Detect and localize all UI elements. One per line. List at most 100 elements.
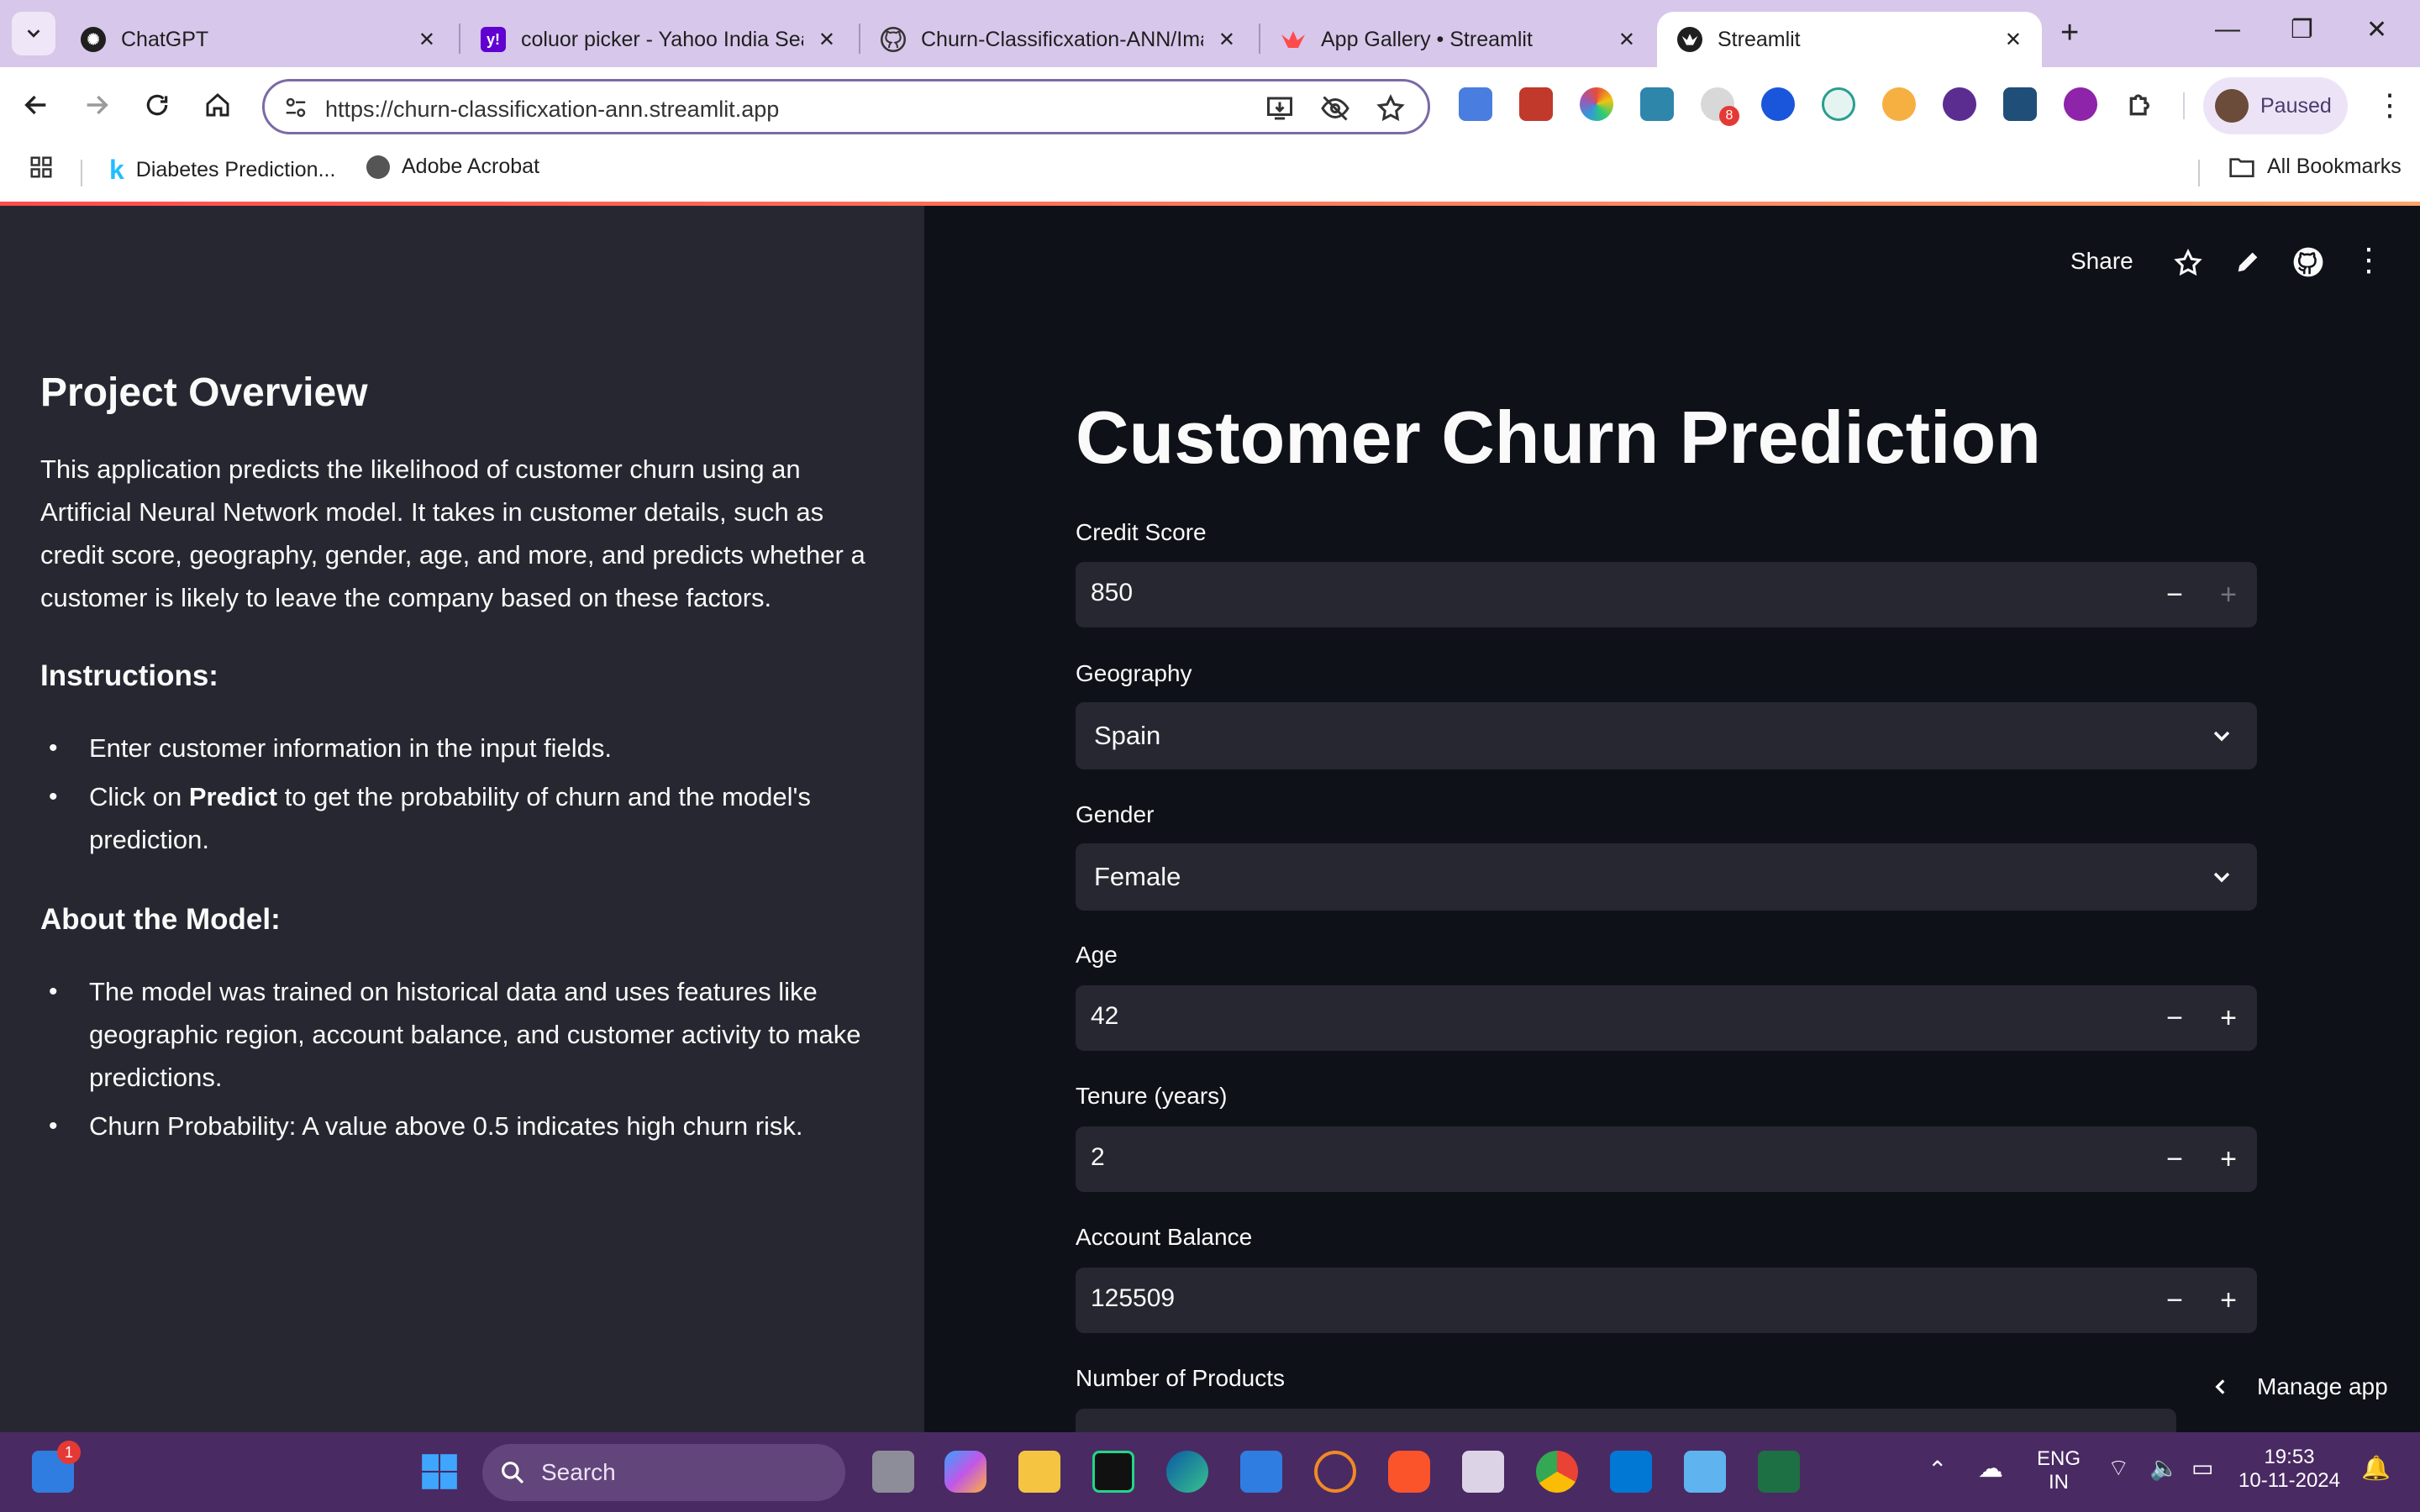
tab-chatgpt[interactable]: ✺ ChatGPT ✕ [60, 12, 455, 67]
extension-image-icon[interactable] [1640, 87, 1674, 121]
tab-yahoo[interactable]: y! coluor picker - Yahoo India Sea ✕ [460, 12, 855, 67]
extension-book-icon[interactable] [1519, 87, 1553, 121]
apps-grid-button[interactable] [29, 155, 54, 180]
instructions-list: Enter customer information in the input … [49, 727, 881, 867]
tenure-field[interactable]: 2 − + [1076, 1126, 2257, 1192]
all-bookmarks-button[interactable]: All Bookmarks [2228, 155, 2402, 179]
wifi-icon[interactable]: ⌔ [2107, 1454, 2129, 1483]
edge-icon[interactable] [1166, 1451, 1208, 1493]
widgets-icon[interactable]: 1 [32, 1441, 81, 1493]
restore-button[interactable]: ❐ [2291, 15, 2313, 45]
tab-search-button[interactable] [12, 12, 55, 55]
site-settings-icon[interactable] [283, 95, 308, 120]
page-title: Customer Churn Prediction [1076, 396, 2041, 479]
chevron-up-icon[interactable]: ⌃ [1928, 1456, 1947, 1483]
clock-time: 19:53 [2264, 1446, 2315, 1468]
volume-icon[interactable]: 🔈 [2149, 1454, 2179, 1482]
edit-pencil-icon[interactable] [2233, 248, 2262, 276]
notepad-icon[interactable] [1684, 1451, 1726, 1493]
close-icon[interactable]: ✕ [2005, 28, 2022, 52]
eye-off-icon[interactable] [1320, 93, 1350, 123]
extension-speed-icon[interactable] [1882, 87, 1916, 121]
close-window-button[interactable]: ✕ [2366, 15, 2387, 45]
store-icon[interactable] [1240, 1451, 1282, 1493]
language-code: ENG [2037, 1447, 2081, 1470]
account-balance-field[interactable]: 125509 − + [1076, 1268, 2257, 1333]
tab-title: ChatGPT [121, 27, 209, 51]
install-app-icon[interactable] [1265, 93, 1295, 123]
bookmark-star-icon[interactable] [1376, 93, 1406, 123]
chrome-icon[interactable] [1536, 1451, 1578, 1493]
minimize-button[interactable]: — [2215, 15, 2240, 44]
star-icon[interactable] [2173, 248, 2203, 278]
bookmark-diabetes[interactable]: k Diabetes Prediction... [109, 155, 335, 186]
jupyter-icon[interactable] [1314, 1451, 1356, 1493]
close-icon[interactable]: ✕ [418, 28, 435, 52]
age-field[interactable]: 42 − + [1076, 985, 2257, 1051]
address-bar[interactable]: https://churn-classificxation-ann.stream… [262, 79, 1430, 134]
tab-streamlit-active[interactable]: Streamlit ✕ [1657, 12, 2042, 67]
extension-table-icon[interactable] [2003, 87, 2037, 121]
avatar [2215, 89, 2249, 123]
notifications-bell-icon[interactable]: 🔔 [2361, 1454, 2391, 1482]
battery-icon[interactable]: ▭ [2191, 1454, 2213, 1482]
extension-react-icon[interactable] [1822, 87, 1855, 121]
bookmark-adobe[interactable]: Adobe Acrobat [366, 155, 539, 179]
decrement-button[interactable]: − [2156, 1141, 2193, 1178]
extension-circle-icon[interactable] [1943, 87, 1976, 121]
back-button[interactable] [17, 86, 55, 124]
file-explorer-icon[interactable] [1018, 1451, 1060, 1493]
streamlit-icon [1677, 27, 1702, 52]
google-translate-icon[interactable] [1459, 87, 1492, 121]
increment-button[interactable]: + [2210, 576, 2247, 613]
language-region: IN [2049, 1471, 2069, 1494]
increment-button[interactable]: + [2210, 1000, 2247, 1037]
num-products-field[interactable] [1076, 1409, 2176, 1432]
reload-button[interactable] [138, 86, 176, 124]
github-icon [881, 27, 906, 52]
increment-button[interactable]: + [2210, 1141, 2247, 1178]
profile-button[interactable]: Paused [2203, 77, 2348, 134]
extension-search-icon[interactable] [2064, 87, 2097, 121]
windows-start-icon[interactable] [418, 1451, 460, 1493]
geography-select[interactable]: Spain [1076, 702, 2257, 769]
brave-icon[interactable] [1388, 1451, 1430, 1493]
copilot-icon[interactable] [944, 1451, 986, 1493]
color-picker-icon[interactable] [1580, 87, 1613, 121]
close-icon[interactable]: ✕ [818, 28, 835, 52]
decrement-button[interactable]: − [2156, 1000, 2193, 1037]
github-icon[interactable] [2292, 246, 2324, 278]
tab-title: coluor picker - Yahoo India Sea [521, 27, 803, 51]
app-menu-icon[interactable]: ⋮ [2353, 241, 2385, 279]
taskbar-search[interactable]: Search [482, 1444, 845, 1501]
task-view-icon[interactable] [872, 1451, 914, 1493]
language-indicator[interactable]: ENG IN [2037, 1447, 2081, 1494]
share-button[interactable]: Share [2070, 248, 2133, 275]
extension-blue-icon[interactable] [1761, 87, 1795, 121]
increment-button[interactable]: + [2210, 1282, 2247, 1319]
new-tab-button[interactable]: + [2060, 15, 2079, 51]
decrement-button[interactable]: − [2156, 576, 2193, 613]
home-button[interactable] [198, 86, 237, 124]
tab-app-gallery[interactable]: App Gallery • Streamlit ✕ [1260, 12, 1655, 67]
tab-github[interactable]: Churn-Classificxation-ANN/Ima ✕ [860, 12, 1255, 67]
onedrive-icon[interactable]: ☁ [1978, 1454, 2003, 1483]
excel-icon[interactable] [1758, 1451, 1800, 1493]
manage-app-button[interactable]: Manage app [2210, 1373, 2388, 1400]
forward-button[interactable] [77, 86, 116, 124]
age-label: Age [1076, 942, 1118, 968]
pycharm-icon[interactable] [1092, 1451, 1134, 1493]
extension-lock-icon[interactable]: 8 [1701, 87, 1739, 126]
url-text: https://churn-classificxation-ann.stream… [325, 97, 780, 122]
browser-menu-icon[interactable]: ⋮ [2375, 87, 2405, 123]
decrement-button[interactable]: − [2156, 1282, 2193, 1319]
gender-select[interactable]: Female [1076, 843, 2257, 911]
credit-score-field[interactable]: 850 − + [1076, 562, 2257, 627]
clock[interactable]: 19:53 10-11-2024 [2238, 1446, 2340, 1493]
vscode-icon[interactable] [1610, 1451, 1652, 1493]
close-icon[interactable]: ✕ [1218, 28, 1235, 52]
close-icon[interactable]: ✕ [1618, 28, 1635, 52]
mail-icon[interactable] [1462, 1451, 1504, 1493]
extensions-puzzle-icon[interactable] [2124, 87, 2158, 121]
overview-text: This application predicts the likelihood… [40, 454, 865, 612]
